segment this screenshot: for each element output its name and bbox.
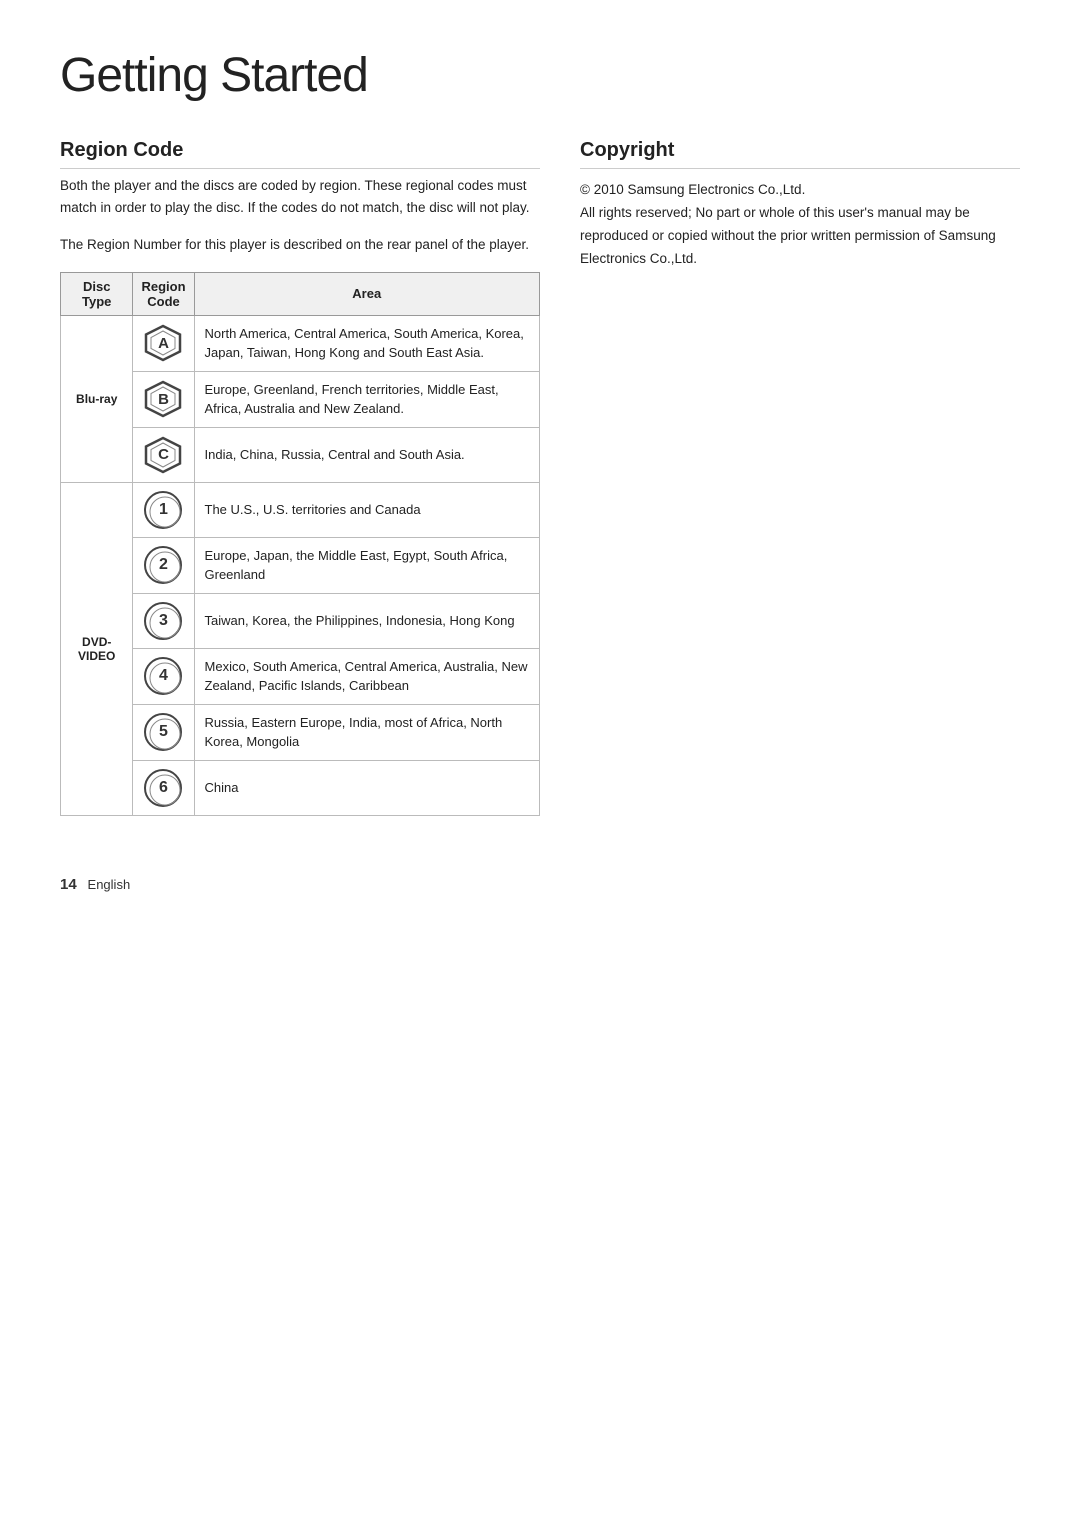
- region-code-icon-cell: B: [133, 371, 194, 427]
- region-code-label: B: [158, 391, 169, 408]
- region-code-icon-cell: 6: [133, 760, 194, 815]
- copyright-line2: All rights reserved; No part or whole of…: [580, 202, 1020, 271]
- region-code-title: Region Code: [60, 139, 540, 169]
- disc-type-cell: DVD-VIDEO: [61, 482, 133, 815]
- table-row: 4 Mexico, South America, Central America…: [61, 648, 540, 704]
- area-cell: Europe, Japan, the Middle East, Egypt, S…: [194, 537, 539, 593]
- table-row: 6 China: [61, 760, 540, 815]
- area-cell: Mexico, South America, Central America, …: [194, 648, 539, 704]
- region-code-icon-cell: 1: [133, 482, 194, 537]
- area-cell: China: [194, 760, 539, 815]
- region-table: Disc Type RegionCode Area Blu-ray A Nort…: [60, 272, 540, 816]
- col-header-area: Area: [194, 272, 539, 315]
- region-code-icon-cell: C: [133, 427, 194, 482]
- region-code-label: A: [158, 335, 169, 352]
- copyright-title: Copyright: [580, 139, 1020, 169]
- region-code-icon-cell: 3: [133, 593, 194, 648]
- area-cell: Taiwan, Korea, the Philippines, Indonesi…: [194, 593, 539, 648]
- region-code-desc1: Both the player and the discs are coded …: [60, 175, 540, 218]
- region-code-icon-cell: 2: [133, 537, 194, 593]
- table-row: 2 Europe, Japan, the Middle East, Egypt,…: [61, 537, 540, 593]
- copyright-section: Copyright © 2010 Samsung Electronics Co.…: [580, 139, 1020, 816]
- region-code-label: 2: [159, 556, 168, 574]
- page-number: 14: [60, 876, 77, 893]
- area-cell: India, China, Russia, Central and South …: [194, 427, 539, 482]
- disc-type-cell: Blu-ray: [61, 315, 133, 482]
- region-code-label: 1: [159, 501, 168, 519]
- copyright-line1: © 2010 Samsung Electronics Co.,Ltd.: [580, 179, 1020, 202]
- region-code-label: 5: [159, 723, 168, 741]
- page-title: Getting Started: [60, 48, 1020, 103]
- region-code-label: C: [158, 446, 169, 463]
- table-row: 5 Russia, Eastern Europe, India, most of…: [61, 704, 540, 760]
- col-header-region-code: RegionCode: [133, 272, 194, 315]
- region-code-label: 4: [159, 667, 168, 685]
- region-code-icon-cell: 4: [133, 648, 194, 704]
- table-row: 3 Taiwan, Korea, the Philippines, Indone…: [61, 593, 540, 648]
- table-row: Blu-ray A North America, Central America…: [61, 315, 540, 371]
- area-cell: Europe, Greenland, French territories, M…: [194, 371, 539, 427]
- table-row: DVD-VIDEO 1 The U.S., U.S. territories a…: [61, 482, 540, 537]
- page-footer: 14 English: [60, 876, 1020, 893]
- region-code-section: Region Code Both the player and the disc…: [60, 139, 540, 816]
- col-header-disc-type: Disc Type: [61, 272, 133, 315]
- area-cell: Russia, Eastern Europe, India, most of A…: [194, 704, 539, 760]
- area-cell: North America, Central America, South Am…: [194, 315, 539, 371]
- footer-language: English: [88, 877, 131, 892]
- region-code-label: 3: [159, 612, 168, 630]
- region-code-icon-cell: A: [133, 315, 194, 371]
- table-row: B Europe, Greenland, French territories,…: [61, 371, 540, 427]
- area-cell: The U.S., U.S. territories and Canada: [194, 482, 539, 537]
- region-code-icon-cell: 5: [133, 704, 194, 760]
- region-code-label: 6: [159, 779, 168, 797]
- table-row: C India, China, Russia, Central and Sout…: [61, 427, 540, 482]
- region-code-desc2: The Region Number for this player is des…: [60, 234, 540, 256]
